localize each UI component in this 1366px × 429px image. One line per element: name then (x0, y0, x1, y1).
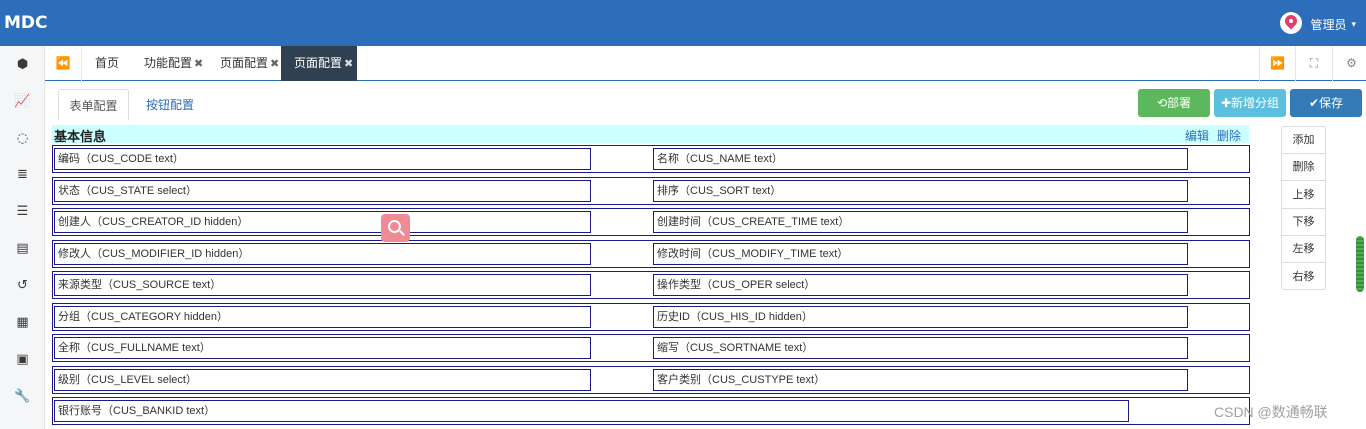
fullscreen-icon[interactable]: ⛶ (1296, 46, 1333, 81)
database-icon[interactable]: ≣ (0, 164, 45, 186)
sidebar: ⬢ 📈 ◌ ≣ ☰ ▤ ↺ ▦ ▣ 🔧 (0, 46, 45, 429)
form-field[interactable]: 状态（CUS_STATE select） (54, 180, 591, 202)
floating-search-button[interactable] (381, 214, 410, 242)
archive-icon[interactable]: ▣ (0, 349, 45, 371)
tab-page-config-active[interactable]: 页面配置 ✖ (281, 46, 357, 81)
form-field[interactable]: 级别（CUS_LEVEL select） (54, 369, 591, 391)
form-row: 来源类型（CUS_SOURCE text） 操作类型（CUS_OPER selec… (52, 271, 1250, 299)
section-header: 基本信息 编辑 删除 (52, 125, 1249, 144)
form-field[interactable]: 修改时间（CUS_MODIFY_TIME text） (653, 243, 1188, 265)
form-field[interactable]: 来源类型（CUS_SOURCE text） (54, 274, 591, 296)
cube-icon[interactable]: ⬢ (0, 54, 45, 76)
search-icon-handle (399, 230, 405, 236)
form-row: 编码（CUS_CODE text） 名称（CUS_NAME text） (52, 145, 1250, 173)
chevron-down-icon[interactable]: ▾ (1351, 19, 1356, 30)
section-title: 基本信息 (54, 129, 107, 144)
form-row: 修改人（CUS_MODIFIER_ID hidden） 修改时间（CUS_MODI… (52, 240, 1250, 268)
user-avatar-icon[interactable] (1280, 12, 1303, 34)
wrench-icon[interactable]: 🔧 (0, 386, 45, 408)
film-icon[interactable]: ▦ (0, 312, 45, 334)
save-button[interactable]: ✔保存 (1290, 89, 1362, 117)
form-field[interactable]: 创建人（CUS_CREATOR_ID hidden） (54, 211, 591, 233)
tab-function-config[interactable]: 功能配置 ✖ (131, 46, 207, 81)
move-left-button[interactable]: 左移 (1282, 236, 1325, 264)
tab-label: 页面配置 (220, 56, 269, 70)
subtab-form-config[interactable]: 表单配置 (58, 89, 129, 121)
settings-gear-icon[interactable]: ⚙ (1333, 46, 1366, 81)
form-field[interactable]: 缩写（CUS_SORTNAME text） (653, 337, 1188, 359)
move-right-button[interactable]: 右移 (1282, 264, 1325, 291)
close-icon[interactable]: ✖ (344, 57, 353, 70)
form-row: 银行账号（CUS_BANKID text） (52, 397, 1250, 425)
form-field[interactable]: 排序（CUS_SORT text） (653, 180, 1188, 202)
tab-home[interactable]: 首页 (82, 46, 129, 81)
delete-section-link[interactable]: 删除 (1217, 127, 1241, 144)
add-field-button[interactable]: 添加 (1282, 127, 1325, 154)
form-field[interactable]: 历史ID（CUS_HIS_ID hidden） (653, 306, 1188, 328)
form-field[interactable]: 操作类型（CUS_OPER select） (653, 274, 1188, 296)
move-down-button[interactable]: 下移 (1282, 209, 1325, 236)
spinner-icon[interactable]: ◌ (0, 128, 45, 150)
form-field[interactable]: 编码（CUS_CODE text） (54, 148, 591, 170)
scroll-tabs-left-icon[interactable]: ⏪ (45, 46, 82, 81)
history-icon[interactable]: ↺ (0, 275, 45, 297)
close-icon[interactable]: ✖ (270, 57, 279, 70)
id-card-icon[interactable]: ▤ (0, 238, 45, 260)
scroll-tabs-right-icon[interactable]: ⏩ (1259, 46, 1296, 81)
form-field[interactable]: 分组（CUS_CATEGORY hidden） (54, 306, 591, 328)
deploy-button[interactable]: ⟲部署 (1138, 89, 1210, 117)
subtab-button-config[interactable]: 按钮配置 (146, 89, 194, 121)
field-operations-group: 添加 删除 上移 下移 左移 右移 (1281, 126, 1326, 290)
tab-label: 功能配置 (144, 56, 193, 70)
app-logo[interactable]: MDC (4, 13, 48, 33)
list-icon[interactable]: ☰ (0, 201, 45, 223)
watermark: CSDN @数通畅联 (1214, 404, 1328, 420)
add-group-button[interactable]: ✚新增分组 (1214, 89, 1286, 117)
form-field[interactable]: 名称（CUS_NAME text） (653, 148, 1188, 170)
tab-label: 页面配置 (294, 56, 343, 70)
form-field[interactable]: 银行账号（CUS_BANKID text） (54, 400, 1129, 422)
form-field[interactable]: 修改人（CUS_MODIFIER_ID hidden） (54, 243, 591, 265)
user-name[interactable]: 管理员 (1310, 16, 1346, 33)
page-tab-strip: ⏪ 首页 功能配置 ✖ 页面配置 ✖ 页面配置 ✖ ⏩ ⛶ ⚙ (45, 46, 1366, 81)
close-icon[interactable]: ✖ (194, 57, 203, 70)
form-field[interactable]: 创建时间（CUS_CREATE_TIME text） (653, 211, 1188, 233)
form-row: 创建人（CUS_CREATOR_ID hidden） 创建时间（CUS_CREAT… (52, 208, 1250, 236)
delete-field-button[interactable]: 删除 (1282, 154, 1325, 182)
user-menu[interactable]: 管理员 ▾ (1280, 12, 1356, 35)
form-row: 状态（CUS_STATE select） 排序（CUS_SORT text） (52, 177, 1250, 205)
line-chart-icon[interactable]: 📈 (0, 91, 45, 113)
form-row: 级别（CUS_LEVEL select） 客户类别（CUS_CUSTYPE tex… (52, 366, 1250, 394)
form-row: 分组（CUS_CATEGORY hidden） 历史ID（CUS_HIS_ID h… (52, 303, 1250, 331)
form-field[interactable]: 客户类别（CUS_CUSTYPE text） (653, 369, 1188, 391)
vertical-scrollbar[interactable] (1356, 236, 1364, 292)
top-bar: MDC 管理员 ▾ (0, 0, 1366, 46)
tab-label: 首页 (95, 56, 120, 70)
move-up-button[interactable]: 上移 (1282, 182, 1325, 209)
form-field[interactable]: 全称（CUS_FULLNAME text） (54, 337, 591, 359)
edit-section-link[interactable]: 编辑 (1185, 127, 1209, 144)
tab-page-config[interactable]: 页面配置 ✖ (207, 46, 281, 81)
form-row: 全称（CUS_FULLNAME text） 缩写（CUS_SORTNAME tex… (52, 334, 1250, 362)
